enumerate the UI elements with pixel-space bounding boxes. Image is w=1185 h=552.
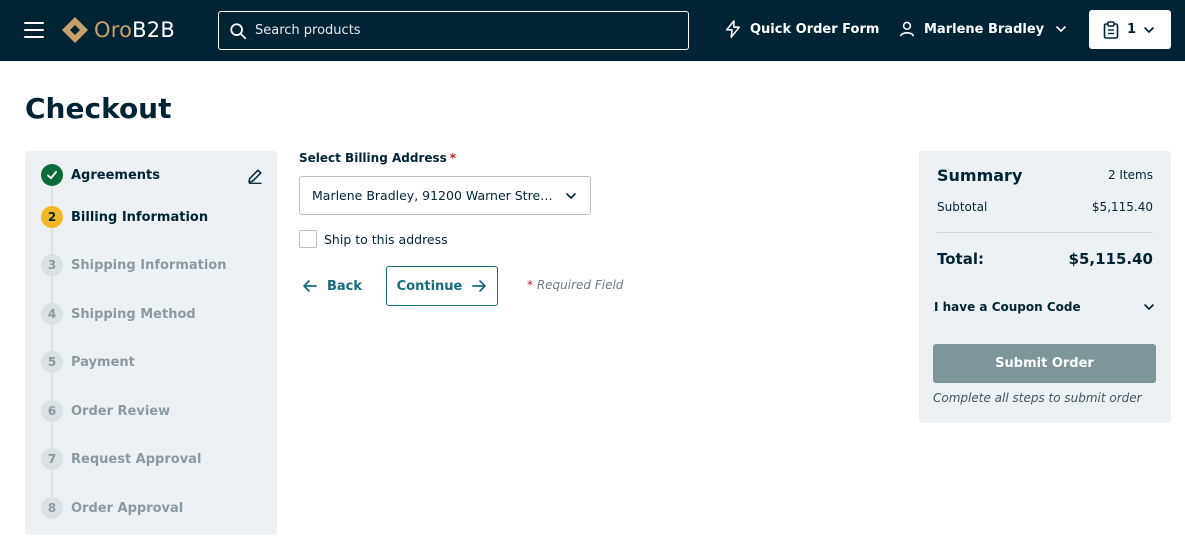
logo-text-b2b: B2B (132, 18, 175, 42)
step-label: Payment (71, 354, 135, 370)
ship-to-this-address-option[interactable]: Ship to this address (299, 230, 448, 248)
step-label: Order Review (71, 403, 171, 419)
required-field-note: * Required Field (527, 278, 623, 292)
summary-title: Summary (937, 166, 1023, 185)
billing-address-label-text: Select Billing Address (299, 151, 447, 165)
quick-order-link[interactable]: Quick Order Form (724, 20, 879, 38)
step-label: Shipping Method (71, 306, 196, 322)
chevron-down-icon (1056, 26, 1066, 32)
cart-count: 1 (1127, 22, 1137, 37)
back-button[interactable]: Back (302, 278, 362, 294)
page-title: Checkout (25, 92, 172, 125)
clipboard-icon (1103, 20, 1119, 39)
search-icon[interactable] (229, 22, 247, 40)
header: OroB2B Quick Order Form Marlene Bradley … (0, 0, 1185, 61)
summary-divider (937, 232, 1153, 233)
selected-billing-address: Marlene Bradley, 91200 Warner Street, ..… (312, 188, 554, 203)
step-done-indicator (41, 164, 63, 186)
step-number: 2 (41, 206, 63, 228)
billing-address-select[interactable]: Marlene Bradley, 91200 Warner Street, ..… (299, 176, 591, 215)
step-label: Billing Information (71, 209, 209, 225)
coupon-code-toggle[interactable]: I have a Coupon Code (934, 300, 1156, 314)
required-note-text: Required Field (536, 278, 624, 292)
subtotal-value: $5,115.40 (1091, 200, 1153, 214)
step-number: 5 (41, 351, 63, 373)
step-label: Order Approval (71, 500, 184, 516)
step-shipping-method: 4 Shipping Method (41, 303, 196, 325)
lightning-icon (725, 20, 741, 38)
required-note-asterisk: * (527, 278, 533, 292)
step-number: 6 (41, 400, 63, 422)
step-number: 7 (41, 448, 63, 470)
step-number: 4 (41, 303, 63, 325)
logo-text-oro: Oro (94, 18, 133, 42)
continue-button-label: Continue (396, 278, 463, 294)
summary-item-count: 2 Items (1107, 168, 1153, 182)
chevron-down-icon (566, 192, 576, 199)
arrow-left-icon (303, 280, 317, 292)
order-summary: Summary 2 Items Subtotal $5,115.40 Total… (919, 151, 1171, 423)
logo-text: OroB2B (94, 18, 175, 42)
step-agreements[interactable]: Agreements (41, 164, 160, 186)
ship-to-this-address-label: Ship to this address (324, 231, 448, 247)
step-number: 3 (41, 254, 63, 276)
chevron-down-icon (1144, 26, 1154, 33)
step-billing-information[interactable]: 2 Billing Information (41, 206, 208, 228)
ship-to-this-address-checkbox[interactable] (299, 230, 317, 248)
step-label: Request Approval (71, 451, 202, 467)
quick-order-label: Quick Order Form (750, 21, 880, 37)
checkout-steps: Agreements 2 Billing Information 3 Shipp… (25, 151, 277, 535)
user-name: Marlene Bradley (924, 21, 1045, 37)
logo[interactable]: OroB2B (60, 13, 175, 47)
shopping-list-button[interactable]: 1 (1089, 10, 1171, 49)
total-label: Total: (937, 250, 984, 268)
pencil-icon[interactable] (246, 167, 264, 185)
continue-button[interactable]: Continue (386, 266, 498, 306)
back-button-label: Back (327, 278, 363, 294)
total-value: $5,115.40 (1068, 250, 1153, 268)
step-shipping-information: 3 Shipping Information (41, 254, 227, 276)
user-icon (899, 21, 915, 37)
step-order-approval: 8 Order Approval (41, 497, 183, 519)
search-box[interactable] (218, 11, 689, 50)
step-label: Shipping Information (71, 257, 227, 273)
search-input[interactable] (255, 23, 655, 38)
logo-mark-icon (62, 17, 88, 43)
step-number: 8 (41, 497, 63, 519)
coupon-code-label: I have a Coupon Code (934, 300, 1081, 314)
submit-order-note: Complete all steps to submit order (933, 391, 1142, 405)
check-icon (47, 171, 57, 180)
chevron-down-icon (1144, 304, 1154, 310)
user-menu[interactable]: Marlene Bradley (898, 20, 1068, 38)
menu-icon[interactable] (24, 22, 44, 38)
step-payment: 5 Payment (41, 351, 135, 373)
required-asterisk: * (449, 151, 457, 165)
arrow-right-icon (472, 280, 487, 292)
submit-order-button[interactable]: Submit Order (933, 344, 1156, 383)
step-order-review: 6 Order Review (41, 400, 170, 422)
subtotal-label: Subtotal (937, 200, 988, 214)
step-label: Agreements (71, 167, 160, 183)
billing-address-label: Select Billing Address * (299, 151, 456, 165)
step-request-approval: 7 Request Approval (41, 448, 201, 470)
